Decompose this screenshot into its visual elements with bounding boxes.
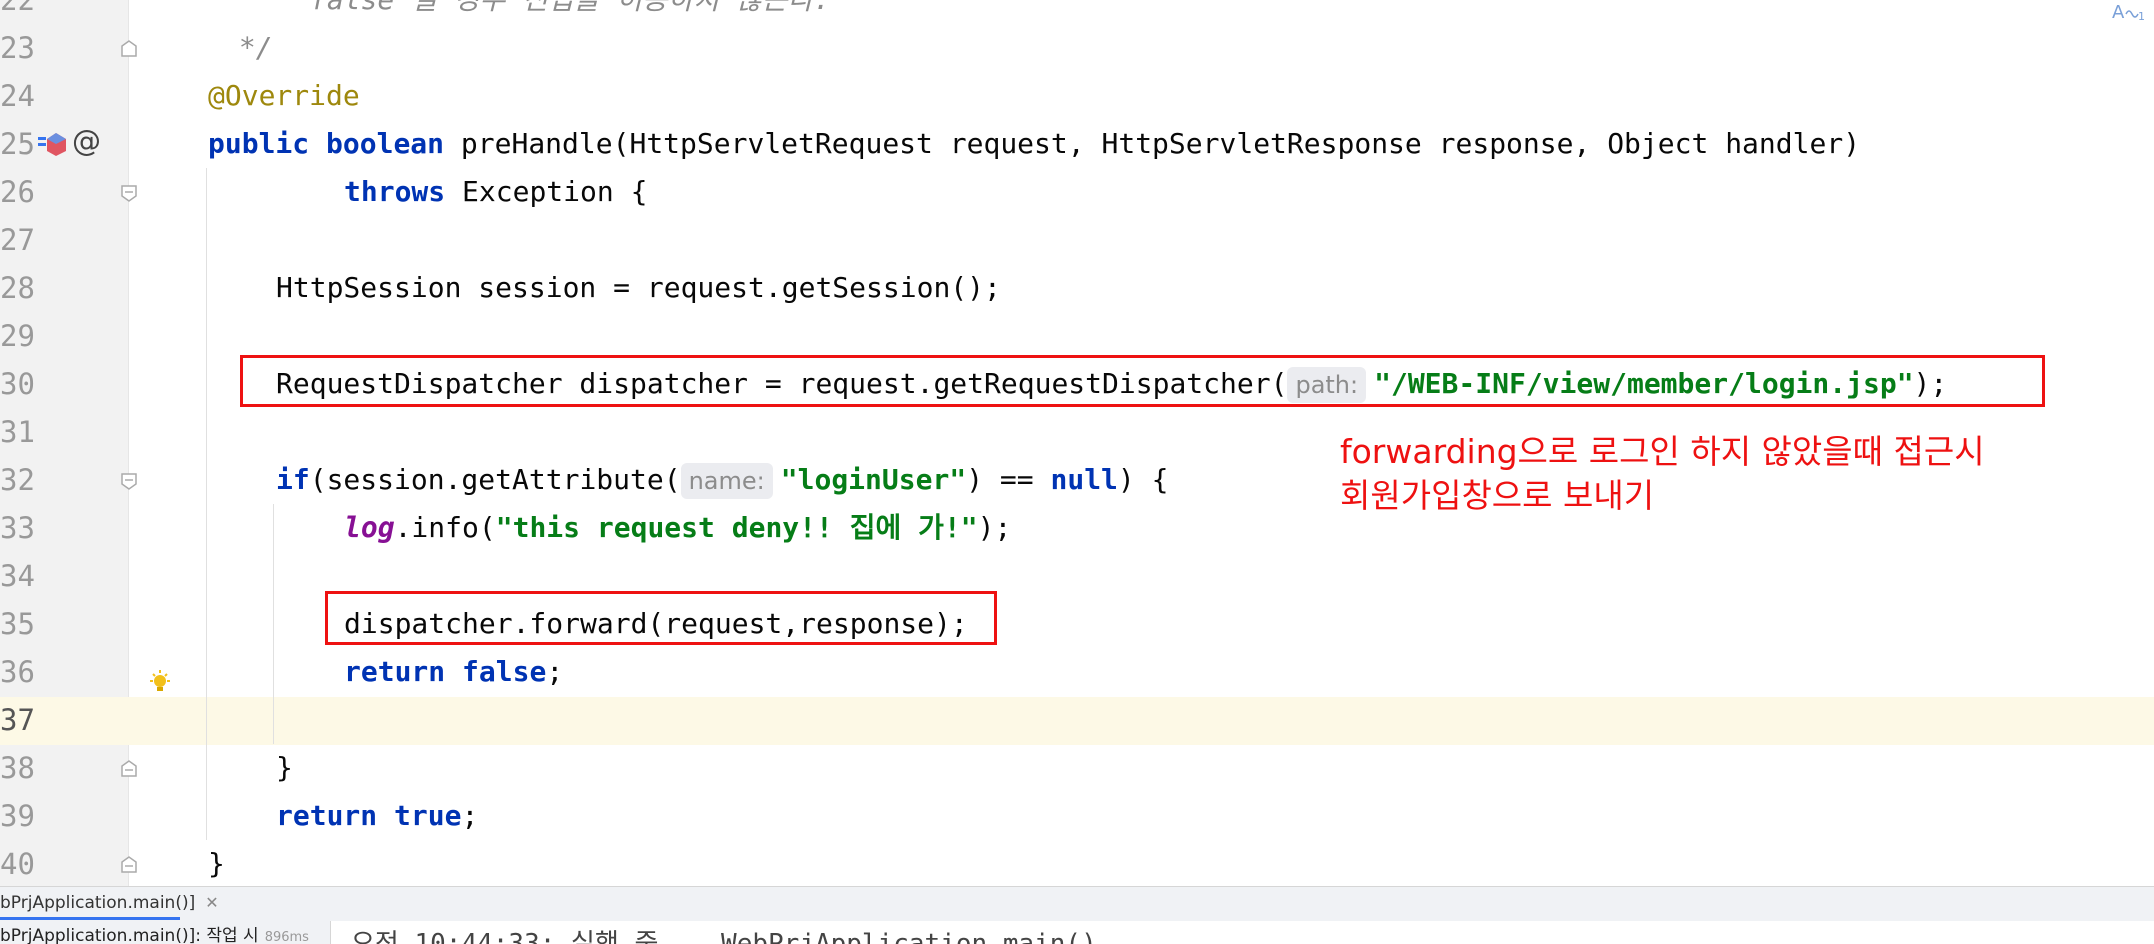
active-tab-indicator	[0, 917, 180, 920]
code-text: ;	[461, 799, 479, 832]
console-line: 오전 10:44:33: 실행 중 ...WebPrjApplication.m…	[351, 929, 1144, 944]
line-number: 23	[0, 31, 35, 65]
line-number: 30	[0, 367, 35, 401]
line-number: 26	[0, 175, 35, 209]
indent-guide	[206, 168, 207, 840]
run-duration: 896ms	[264, 930, 309, 944]
fold-marker-icon[interactable]	[120, 856, 138, 874]
svg-text:1: 1	[2138, 10, 2145, 22]
parameter-hint: name:	[680, 463, 773, 499]
line-number: 40	[0, 847, 35, 881]
line-number: 31	[0, 415, 35, 449]
fold-marker-icon[interactable]	[120, 40, 138, 58]
exception-type: Exception {	[462, 175, 648, 208]
override-annotation: @Override	[208, 79, 360, 112]
line-number: 24	[0, 79, 35, 113]
fold-marker-icon[interactable]	[120, 184, 138, 202]
keyword: true	[394, 799, 462, 832]
note-line-1: forwarding으로 로그인 하지 않았을때 접근시	[1340, 432, 1985, 471]
keyword: return	[344, 655, 446, 688]
session-line: HttpSession session = request.getSession…	[276, 271, 1001, 304]
keyword: boolean	[326, 127, 445, 160]
method-signature: preHandle(HttpServletRequest request, Ht…	[460, 127, 1861, 160]
log-line: log.info("this request deny!! 집에 가!");	[344, 504, 1011, 552]
line-number: 27	[0, 223, 35, 257]
line-number: 34	[0, 559, 35, 593]
log-field: log	[344, 511, 395, 544]
line-number: 38	[0, 751, 35, 785]
keyword: if	[276, 463, 310, 496]
return-true-line: return true;	[276, 792, 478, 840]
console-output[interactable]: 오전 10:44:33: 실행 중 ...WebPrjApplication.m…	[330, 921, 2154, 944]
line-number: 25	[0, 127, 35, 161]
line-number: 32	[0, 463, 35, 497]
run-tree-label: bPrjApplication.main()]: 작업 시	[0, 926, 259, 944]
lightbulb-icon[interactable]	[148, 670, 172, 696]
code-text: ) ==	[966, 463, 1051, 496]
line-number: 29	[0, 319, 35, 353]
note-line-2: 회원가입창으로 보내기	[1340, 476, 1655, 515]
string-literal: "loginUser"	[780, 463, 967, 496]
line-number: 33	[0, 511, 35, 545]
keyword: return	[276, 799, 378, 832]
return-false-line: return false;	[344, 648, 563, 696]
forward-highlight-box	[325, 591, 997, 645]
keyword: false	[462, 655, 547, 688]
fold-marker-icon[interactable]	[120, 472, 138, 490]
run-panel: bPrjApplication.main()] ✕ bPrjApplication…	[0, 886, 2154, 944]
keyword: throws	[344, 175, 446, 208]
implements-icon[interactable]	[38, 131, 68, 157]
line-number: 22	[0, 0, 35, 17]
code-text: .info(	[394, 511, 496, 544]
run-tree-item[interactable]: bPrjApplication.main()]: 작업 시 896ms	[0, 921, 309, 944]
if-line: if(session.getAttribute(name: "loginUser"…	[276, 456, 1169, 504]
method-signature-line: public boolean preHandle(HttpServletRequ…	[208, 120, 1860, 168]
line-number: 28	[0, 271, 35, 305]
current-line-highlight	[0, 697, 2154, 745]
line-number: 39	[0, 799, 35, 833]
annotation-at-icon[interactable]: @	[72, 124, 101, 158]
run-tab-label: bPrjApplication.main()]	[0, 893, 196, 913]
throws-line: throws Exception {	[344, 168, 647, 216]
fold-marker-icon[interactable]	[120, 760, 138, 778]
line-number: 35	[0, 607, 35, 641]
code-text: (session.getAttribute(	[309, 463, 681, 496]
code-text: ) {	[1117, 463, 1169, 496]
svg-text:A: A	[2112, 2, 2125, 22]
method-closing-brace: }	[208, 847, 225, 880]
string-literal: "this request deny!! 집에 가!"	[495, 511, 978, 544]
comment-end: */	[222, 31, 273, 64]
line-number: 37	[0, 703, 35, 737]
closing-brace: }	[276, 751, 293, 784]
close-icon[interactable]: ✕	[205, 893, 218, 912]
annotation-note: forwarding으로 로그인 하지 않았을때 접근시 회원가입창으로 보내기	[1340, 430, 1985, 518]
code-text: );	[977, 511, 1012, 544]
keyword: public	[208, 127, 310, 160]
keyword: null	[1050, 463, 1118, 496]
run-tab[interactable]: bPrjApplication.main()] ✕	[0, 887, 229, 919]
reader-mode-icon[interactable]: A 1	[2112, 2, 2146, 22]
code-text: ;	[546, 655, 564, 688]
comment-line: false 일 경우 진입을 허용하지 않는다.	[310, 0, 830, 24]
indent-guide	[273, 504, 274, 744]
dispatcher-highlight-box	[240, 355, 2045, 407]
line-number: 36	[0, 655, 35, 689]
